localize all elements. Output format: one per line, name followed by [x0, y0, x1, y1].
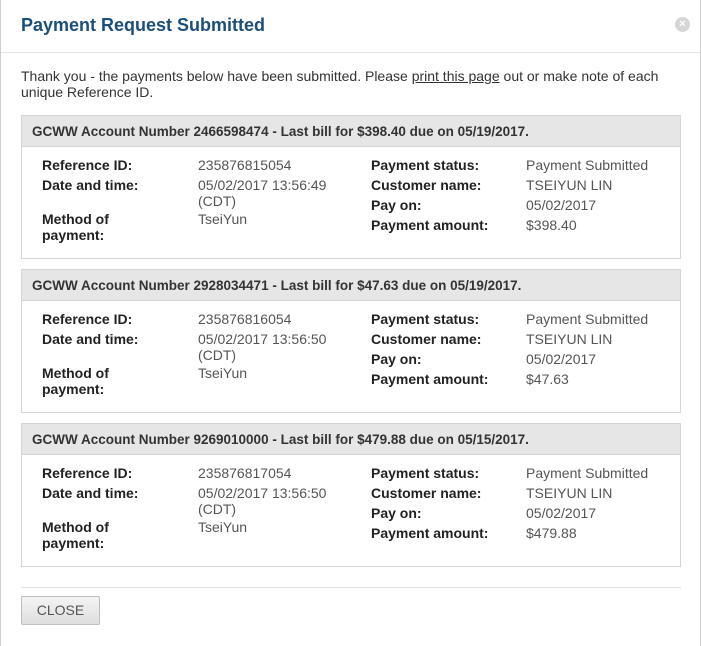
- status-value: Payment Submitted: [526, 311, 649, 327]
- method-label: Method of payment:: [42, 365, 109, 397]
- amount-label: Payment amount:: [371, 217, 489, 233]
- pay-on-label: Pay on:: [371, 505, 422, 521]
- customer-value: TSEIYUN LIN: [526, 485, 613, 501]
- reference-id-value: 235876815054: [198, 157, 292, 173]
- status-label: Payment status:: [371, 311, 480, 327]
- method-value: TseiYun: [198, 365, 248, 381]
- customer-value: TSEIYUN LIN: [526, 331, 613, 347]
- intro-text-before: Thank you - the payments below have been…: [21, 68, 412, 84]
- amount-label: Payment amount:: [371, 525, 489, 541]
- date-time-value: 05/02/2017 13:56:50 (CDT): [198, 485, 327, 517]
- status-value: Payment Submitted: [526, 157, 649, 173]
- payment-submitted-dialog: Payment Request Submitted × Thank you - …: [0, 0, 701, 646]
- customer-label: Customer name:: [371, 177, 482, 193]
- payment-details: Reference ID: 235876815054 Date and time…: [22, 147, 680, 258]
- date-time-value: 05/02/2017 13:56:49 (CDT): [198, 177, 327, 209]
- method-value: TseiYun: [198, 211, 248, 227]
- account-header: GCWW Account Number 2466598474 - Last bi…: [22, 116, 680, 147]
- amount-value: $398.40: [526, 217, 577, 233]
- status-value: Payment Submitted: [526, 465, 649, 481]
- customer-value: TSEIYUN LIN: [526, 177, 613, 193]
- pay-on-value: 05/02/2017: [526, 505, 597, 521]
- date-time-value: 05/02/2017 13:56:50 (CDT): [198, 331, 327, 363]
- date-time-label: Date and time:: [42, 331, 139, 347]
- customer-label: Customer name:: [371, 485, 482, 501]
- payment-panel: GCWW Account Number 2466598474 - Last bi…: [21, 115, 681, 259]
- status-label: Payment status:: [371, 465, 480, 481]
- account-header: GCWW Account Number 2928034471 - Last bi…: [22, 270, 680, 301]
- status-label: Payment status:: [371, 157, 480, 173]
- customer-label: Customer name:: [371, 331, 482, 347]
- close-icon[interactable]: ×: [675, 17, 690, 32]
- amount-value: $479.88: [526, 525, 577, 541]
- date-time-label: Date and time:: [42, 177, 139, 193]
- print-page-link[interactable]: print this page: [412, 68, 500, 84]
- payment-details: Reference ID: 235876816054 Date and time…: [22, 301, 680, 412]
- reference-id-label: Reference ID:: [42, 311, 133, 327]
- reference-id-label: Reference ID:: [42, 157, 133, 173]
- payment-panel: GCWW Account Number 9269010000 - Last bi…: [21, 423, 681, 567]
- reference-id-value: 235876817054: [198, 465, 292, 481]
- account-header: GCWW Account Number 9269010000 - Last bi…: [22, 424, 680, 455]
- reference-id-value: 235876816054: [198, 311, 292, 327]
- pay-on-value: 05/02/2017: [526, 197, 597, 213]
- intro-text: Thank you - the payments below have been…: [21, 68, 681, 100]
- date-time-label: Date and time:: [42, 485, 139, 501]
- amount-label: Payment amount:: [371, 371, 489, 387]
- method-value: TseiYun: [198, 519, 248, 535]
- payment-panel: GCWW Account Number 2928034471 - Last bi…: [21, 269, 681, 413]
- dialog-header: Payment Request Submitted ×: [1, 0, 700, 53]
- footer-divider: [21, 587, 681, 588]
- amount-value: $47.63: [526, 371, 569, 387]
- pay-on-label: Pay on:: [371, 351, 422, 367]
- pay-on-value: 05/02/2017: [526, 351, 597, 367]
- payment-details: Reference ID: 235876817054 Date and time…: [22, 455, 680, 566]
- pay-on-label: Pay on:: [371, 197, 422, 213]
- method-label: Method of payment:: [42, 519, 109, 551]
- close-button[interactable]: CLOSE: [21, 596, 100, 625]
- method-label: Method of payment:: [42, 211, 109, 243]
- dialog-title: Payment Request Submitted: [21, 15, 266, 35]
- reference-id-label: Reference ID:: [42, 465, 133, 481]
